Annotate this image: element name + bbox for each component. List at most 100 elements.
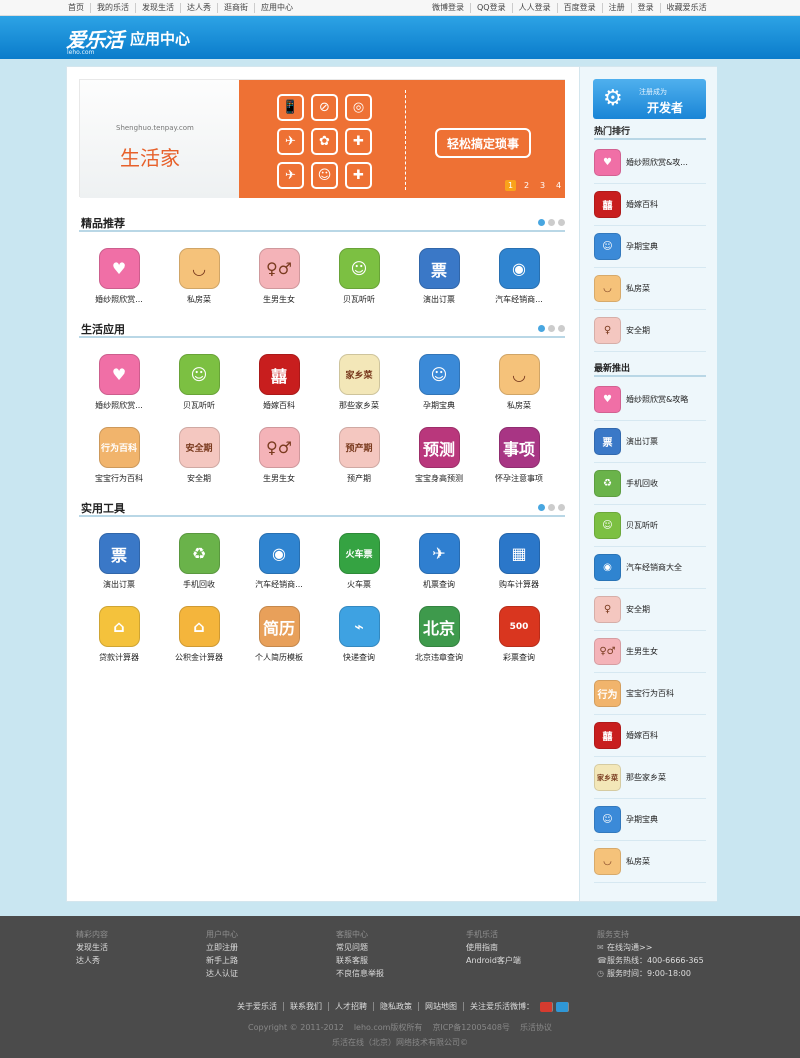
footer-link[interactable]: 不良信息举报 bbox=[336, 967, 456, 980]
footer-link[interactable]: ✉ 在线沟通>> bbox=[597, 941, 717, 954]
top-nav-link[interactable]: 微博登录 bbox=[426, 3, 471, 13]
app-tile[interactable]: 票演出订票 bbox=[79, 533, 159, 595]
banner-slogan[interactable]: 轻松搞定琐事 bbox=[435, 128, 531, 158]
top-nav-link[interactable]: 百度登录 bbox=[558, 3, 603, 13]
app-tile[interactable]: 500 彩票查询 bbox=[479, 606, 559, 668]
app-tile[interactable]: 预测 宝宝身高预测 bbox=[399, 427, 479, 489]
pager-dot[interactable] bbox=[538, 325, 545, 332]
pager-dot[interactable] bbox=[558, 504, 565, 511]
footer-link[interactable]: 发现生活 bbox=[76, 941, 196, 954]
sidebar-app-item[interactable]: ☺ 孕期宝典 bbox=[594, 226, 706, 268]
footer-bottom-link[interactable]: 关注爱乐活微博： bbox=[464, 1002, 540, 1011]
sidebar-app-item[interactable]: ♥ 婚纱照欣赏&攻略 bbox=[594, 379, 706, 421]
app-tile[interactable]: 家乡菜 那些家乡菜 bbox=[319, 354, 399, 416]
app-tile[interactable]: ✈ 机票查询 bbox=[399, 533, 479, 595]
sidebar-app-item[interactable]: ♥ 婚纱照欣赏&攻... bbox=[594, 142, 706, 184]
app-tile[interactable]: ♻ 手机回收 bbox=[159, 533, 239, 595]
footer-bottom-link[interactable]: 关于爱乐活 bbox=[231, 1002, 284, 1011]
sidebar-app-item[interactable]: 囍婚嫁百科 bbox=[594, 184, 706, 226]
pager-dot[interactable] bbox=[538, 504, 545, 511]
sidebar-app-item[interactable]: 囍婚嫁百科 bbox=[594, 715, 706, 757]
section-pager bbox=[538, 325, 565, 332]
footer-bottom-link[interactable]: 网站地图 bbox=[419, 1002, 464, 1011]
top-nav-link[interactable]: 收藏爱乐活 bbox=[661, 3, 713, 13]
banner[interactable]: Shenghuo.tenpay.com 生活家 📱 ⊘ ◎ ✈ ✿ ✚ ✈ ☺ ✚ 轻松搞定琐事… bbox=[79, 79, 565, 198]
app-tile[interactable]: 火车票 火车票 bbox=[319, 533, 399, 595]
sidebar-app-item[interactable]: ◡ 私房菜 bbox=[594, 841, 706, 883]
weibo-icon[interactable] bbox=[540, 1001, 553, 1012]
top-nav-link[interactable]: 人人登录 bbox=[513, 3, 558, 13]
banner-page-4[interactable]: 4 bbox=[553, 180, 564, 191]
sidebar-app-item[interactable]: ♻ 手机回收 bbox=[594, 463, 706, 505]
app-tile[interactable]: ☺ 贝瓦听听 bbox=[319, 248, 399, 310]
pager-dot[interactable] bbox=[548, 219, 555, 226]
top-nav-link[interactable]: 登录 bbox=[632, 3, 661, 13]
banner-page-3[interactable]: 3 bbox=[537, 180, 548, 191]
top-nav-link[interactable]: 注册 bbox=[603, 3, 632, 13]
footer-link[interactable]: ☎服务热线：400-6666-365 bbox=[597, 954, 717, 967]
banner-page-1[interactable]: 1 bbox=[505, 180, 516, 191]
app-tile[interactable]: 囍婚嫁百科 bbox=[239, 354, 319, 416]
pager-dot[interactable] bbox=[558, 219, 565, 226]
tencent-weibo-icon[interactable] bbox=[556, 1001, 569, 1012]
pager-dot[interactable] bbox=[538, 219, 545, 226]
app-tile[interactable]: ▦ 购车计算器 bbox=[479, 533, 559, 595]
app-tile[interactable]: ◉ 汽车经销商... bbox=[479, 248, 559, 310]
top-nav-link[interactable]: 我的乐活 bbox=[91, 3, 136, 13]
app-tile[interactable]: ☺ 贝瓦听听 bbox=[159, 354, 239, 416]
copyright-item[interactable]: 乐活协议 bbox=[515, 1023, 557, 1032]
pager-dot[interactable] bbox=[558, 325, 565, 332]
pager-dot[interactable] bbox=[548, 325, 555, 332]
footer-link[interactable]: Android客户端 bbox=[466, 954, 586, 967]
top-nav-link[interactable]: 应用中心 bbox=[255, 3, 299, 13]
pager-dot[interactable] bbox=[548, 504, 555, 511]
app-tile[interactable]: ♥ 婚纱照欣赏... bbox=[79, 248, 159, 310]
sidebar-app-item[interactable]: 票演出订票 bbox=[594, 421, 706, 463]
top-nav-link[interactable]: 首页 bbox=[62, 3, 91, 13]
app-tile[interactable]: ◡ 私房菜 bbox=[159, 248, 239, 310]
footer-link[interactable]: 达人认证 bbox=[206, 967, 326, 980]
sidebar-app-item[interactable]: ♀♂ 生男生女 bbox=[594, 631, 706, 673]
app-tile[interactable]: ♀♂ 生男生女 bbox=[239, 248, 319, 310]
footer-bottom-link[interactable]: 人才招聘 bbox=[329, 1002, 374, 1011]
app-tile[interactable]: 事项 怀孕注意事项 bbox=[479, 427, 559, 489]
app-tile[interactable]: ♥ 婚纱照欣赏... bbox=[79, 354, 159, 416]
app-tile[interactable]: 简历 个人简历模板 bbox=[239, 606, 319, 668]
app-tile[interactable]: ☺ 孕期宝典 bbox=[399, 354, 479, 416]
footer-link[interactable]: 达人秀 bbox=[76, 954, 196, 967]
top-nav-link[interactable]: QQ登录 bbox=[471, 3, 513, 13]
sidebar-app-item[interactable]: ♀ 安全期 bbox=[594, 310, 706, 352]
app-tile[interactable]: ⌂ 贷款计算器 bbox=[79, 606, 159, 668]
footer-link[interactable]: ◷ 服务时间：9:00-18:00 bbox=[597, 967, 717, 980]
app-tile[interactable]: 行为百科 宝宝行为百科 bbox=[79, 427, 159, 489]
app-tile[interactable]: 票演出订票 bbox=[399, 248, 479, 310]
footer-bottom-link[interactable]: 隐私政策 bbox=[374, 1002, 419, 1011]
footer-bottom-link[interactable]: 联系我们 bbox=[284, 1002, 329, 1011]
footer-link[interactable]: 常见问题 bbox=[336, 941, 456, 954]
sidebar-app-item[interactable]: ☺ 孕期宝典 bbox=[594, 799, 706, 841]
footer-link[interactable]: 联系客服 bbox=[336, 954, 456, 967]
footer-link[interactable]: 立即注册 bbox=[206, 941, 326, 954]
app-tile[interactable]: 安全期 安全期 bbox=[159, 427, 239, 489]
app-tile[interactable]: 预产期 预产期 bbox=[319, 427, 399, 489]
sidebar-app-item[interactable]: ◉ 汽车经销商大全 bbox=[594, 547, 706, 589]
sidebar-app-item[interactable]: 家乡菜 那些家乡菜 bbox=[594, 757, 706, 799]
app-tile[interactable]: ♀♂ 生男生女 bbox=[239, 427, 319, 489]
sidebar-app-item[interactable]: ♀ 安全期 bbox=[594, 589, 706, 631]
app-grid-life: ♥ 婚纱照欣赏... ☺ 贝瓦听听囍婚嫁百科 家乡菜 那些家乡菜 ☺ 孕期宝典 ◡ 私房菜行为百科… bbox=[79, 354, 569, 489]
app-tile[interactable]: 北京 北京违章查询 bbox=[399, 606, 479, 668]
top-nav-link[interactable]: 达人秀 bbox=[181, 3, 218, 13]
app-tile[interactable]: ⌁ 快递查询 bbox=[319, 606, 399, 668]
footer-link[interactable]: 使用指南 bbox=[466, 941, 586, 954]
become-developer-button[interactable]: ⚙ 注册成为 开发者 bbox=[593, 79, 706, 119]
sidebar-app-item[interactable]: ◡ 私房菜 bbox=[594, 268, 706, 310]
app-tile[interactable]: ◡ 私房菜 bbox=[479, 354, 559, 416]
sidebar-app-item[interactable]: ☺ 贝瓦听听 bbox=[594, 505, 706, 547]
app-tile[interactable]: ◉ 汽车经销商... bbox=[239, 533, 319, 595]
app-tile[interactable]: ⌂ 公积金计算器 bbox=[159, 606, 239, 668]
top-nav-link[interactable]: 发现生活 bbox=[136, 3, 181, 13]
banner-page-2[interactable]: 2 bbox=[521, 180, 532, 191]
top-nav-link[interactable]: 逛商街 bbox=[218, 3, 255, 13]
footer-link[interactable]: 新手上路 bbox=[206, 954, 326, 967]
sidebar-app-item[interactable]: 行为 宝宝行为百科 bbox=[594, 673, 706, 715]
